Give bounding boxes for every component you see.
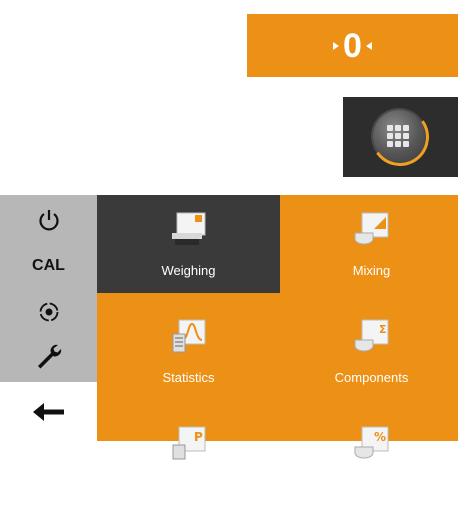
app-grid: Weighing Mixing Statistics Σ Components <box>97 195 458 460</box>
cal-button[interactable]: CAL <box>0 246 97 286</box>
app-tile-label: Weighing <box>161 263 216 278</box>
power-icon <box>38 210 59 231</box>
zero-button[interactable]: 0 <box>247 14 458 77</box>
piece-counting-app-icon: P <box>172 426 206 460</box>
app-tile-label: Mixing <box>352 263 391 278</box>
mixing-app-icon <box>354 212 389 245</box>
app-tile-components[interactable]: Σ Components <box>280 302 458 400</box>
back-button[interactable] <box>0 382 97 441</box>
level-button[interactable] <box>0 292 97 332</box>
weighing-app-icon <box>172 212 206 245</box>
app-tile-piece-counting[interactable]: P <box>97 409 280 507</box>
zero-button-label: 0 <box>343 26 362 65</box>
percent-weighing-app-icon: % <box>354 426 389 459</box>
wrench-icon <box>37 344 61 369</box>
svg-text:P: P <box>194 430 203 444</box>
svg-text:%: % <box>374 430 386 444</box>
settings-button[interactable] <box>0 337 97 377</box>
level-target-icon <box>39 302 58 322</box>
app-tile-statistics[interactable]: Statistics <box>97 302 280 400</box>
app-tile-mixing[interactable]: Mixing <box>280 195 458 293</box>
zero-left-marker-icon <box>333 41 340 50</box>
grid-icon <box>387 125 409 147</box>
apps-button[interactable] <box>343 97 458 177</box>
zero-right-marker-icon <box>365 41 372 50</box>
app-tile-weighing[interactable]: Weighing <box>97 195 280 293</box>
components-app-icon: Σ <box>354 319 389 352</box>
sidebar: CAL <box>0 195 97 382</box>
cal-label: CAL <box>32 257 65 274</box>
power-button[interactable] <box>0 201 97 241</box>
back-arrow-icon <box>32 402 64 421</box>
svg-text:Σ: Σ <box>379 323 387 336</box>
statistics-app-icon <box>172 319 206 353</box>
app-tile-label: Statistics <box>162 370 215 385</box>
app-tile-label: Components <box>334 370 409 385</box>
app-tile-percent-weighing[interactable]: % <box>280 409 458 507</box>
